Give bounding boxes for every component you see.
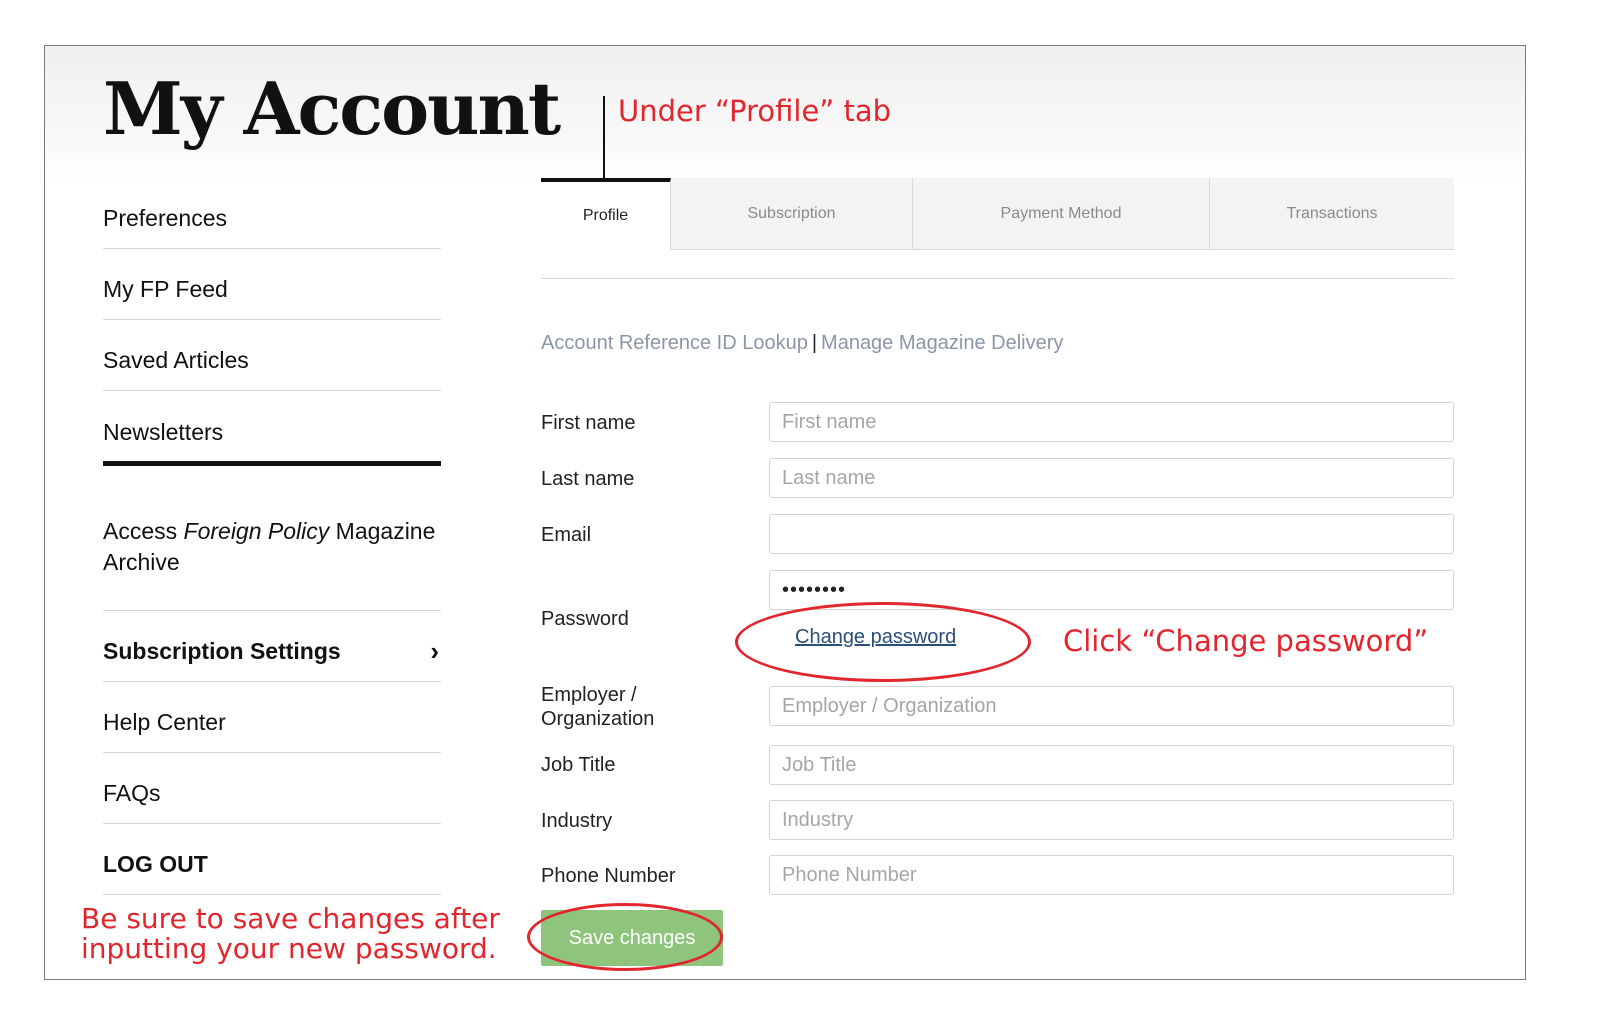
phone-input[interactable]	[769, 855, 1454, 895]
password-label: Password	[541, 608, 629, 630]
employer-label: Employer / Organization	[541, 683, 654, 731]
sidebar-item-label: Newsletters	[103, 419, 224, 445]
sidebar-item-logout[interactable]: LOG OUT	[103, 824, 441, 895]
employer-input[interactable]	[769, 686, 1454, 726]
email-label: Email	[541, 524, 592, 546]
sidebar-item-label: My FP Feed	[103, 276, 228, 302]
job-title-label: Job Title	[541, 754, 616, 776]
account-reference-lookup-link[interactable]: Account Reference ID Lookup	[541, 332, 808, 354]
annotation-save-line1: Be sure to save changes after	[81, 902, 500, 935]
annotation-profile-tab: Under “Profile” tab	[618, 94, 892, 128]
sidebar-item-my-fp-feed[interactable]: My FP Feed	[103, 249, 441, 320]
last-name-label: Last name	[541, 468, 635, 490]
sidebar-item-subscription-settings[interactable]: Subscription Settings ›	[103, 611, 441, 682]
account-page-frame: My Account Under “Profile” tab Preferenc…	[44, 45, 1526, 980]
sidebar-item-magazine-archive[interactable]: Access Foreign Policy Magazine Archive	[103, 466, 441, 611]
tab-subscription[interactable]: Subscription	[671, 178, 913, 250]
tab-label: Profile	[582, 207, 629, 224]
annotation-change-password: Click “Change password”	[1063, 624, 1429, 658]
tab-payment-method[interactable]: Payment Method	[913, 178, 1210, 250]
archive-magazine-name: Foreign Policy	[183, 518, 330, 544]
sidebar-item-label: LOG OUT	[103, 851, 208, 877]
sidebar-item-newsletters[interactable]: Newsletters	[103, 391, 441, 466]
password-value: ••••••••	[782, 579, 847, 601]
employer-label-line1: Employer /	[541, 684, 637, 706]
annotation-save-changes: Be sure to save changes after inputting …	[81, 904, 500, 964]
sidebar-item-faqs[interactable]: FAQs	[103, 753, 441, 824]
sidebar-item-label: Preferences	[103, 205, 228, 231]
sidebar-item-preferences[interactable]: Preferences	[103, 178, 441, 249]
profile-links: Account Reference ID Lookup | Manage Magaz…	[541, 332, 1063, 355]
industry-label: Industry	[541, 810, 613, 832]
tab-label: Payment Method	[1000, 204, 1122, 222]
tabs-divider	[541, 278, 1454, 279]
annotation-pointer-line	[603, 96, 605, 178]
account-tabs: Profile Subscription Payment Method Tran…	[541, 178, 1454, 250]
email-input[interactable]	[769, 514, 1454, 554]
sidebar-item-help-center[interactable]: Help Center	[103, 682, 441, 753]
last-name-input[interactable]	[769, 458, 1454, 498]
sidebar-item-label: Subscription Settings	[103, 638, 341, 664]
industry-input[interactable]	[769, 800, 1454, 840]
sidebar-item-saved-articles[interactable]: Saved Articles	[103, 320, 441, 391]
save-button-highlight	[527, 903, 723, 971]
chevron-right-icon: ›	[430, 636, 439, 666]
archive-prefix: Access	[103, 518, 184, 544]
job-title-input[interactable]	[769, 745, 1454, 785]
employer-label-line2: Organization	[541, 708, 655, 730]
tab-label: Transactions	[1286, 204, 1378, 222]
phone-label: Phone Number	[541, 865, 676, 887]
tab-label: Subscription	[747, 204, 836, 222]
link-separator: |	[811, 332, 818, 354]
tab-profile[interactable]: Profile	[541, 178, 671, 250]
first-name-input[interactable]	[769, 402, 1454, 442]
sidebar-item-label: Saved Articles	[103, 347, 249, 373]
account-sidebar: Preferences My FP Feed Saved Articles Ne…	[103, 178, 441, 895]
page-title: My Account	[103, 66, 561, 151]
change-password-highlight	[735, 602, 1031, 682]
manage-magazine-delivery-link[interactable]: Manage Magazine Delivery	[821, 332, 1063, 354]
sidebar-item-label: FAQs	[103, 780, 161, 806]
tab-transactions[interactable]: Transactions	[1210, 178, 1454, 250]
annotation-save-line2: inputting your new password.	[81, 932, 497, 965]
first-name-label: First name	[541, 412, 636, 434]
sidebar-item-label: Help Center	[103, 709, 226, 735]
